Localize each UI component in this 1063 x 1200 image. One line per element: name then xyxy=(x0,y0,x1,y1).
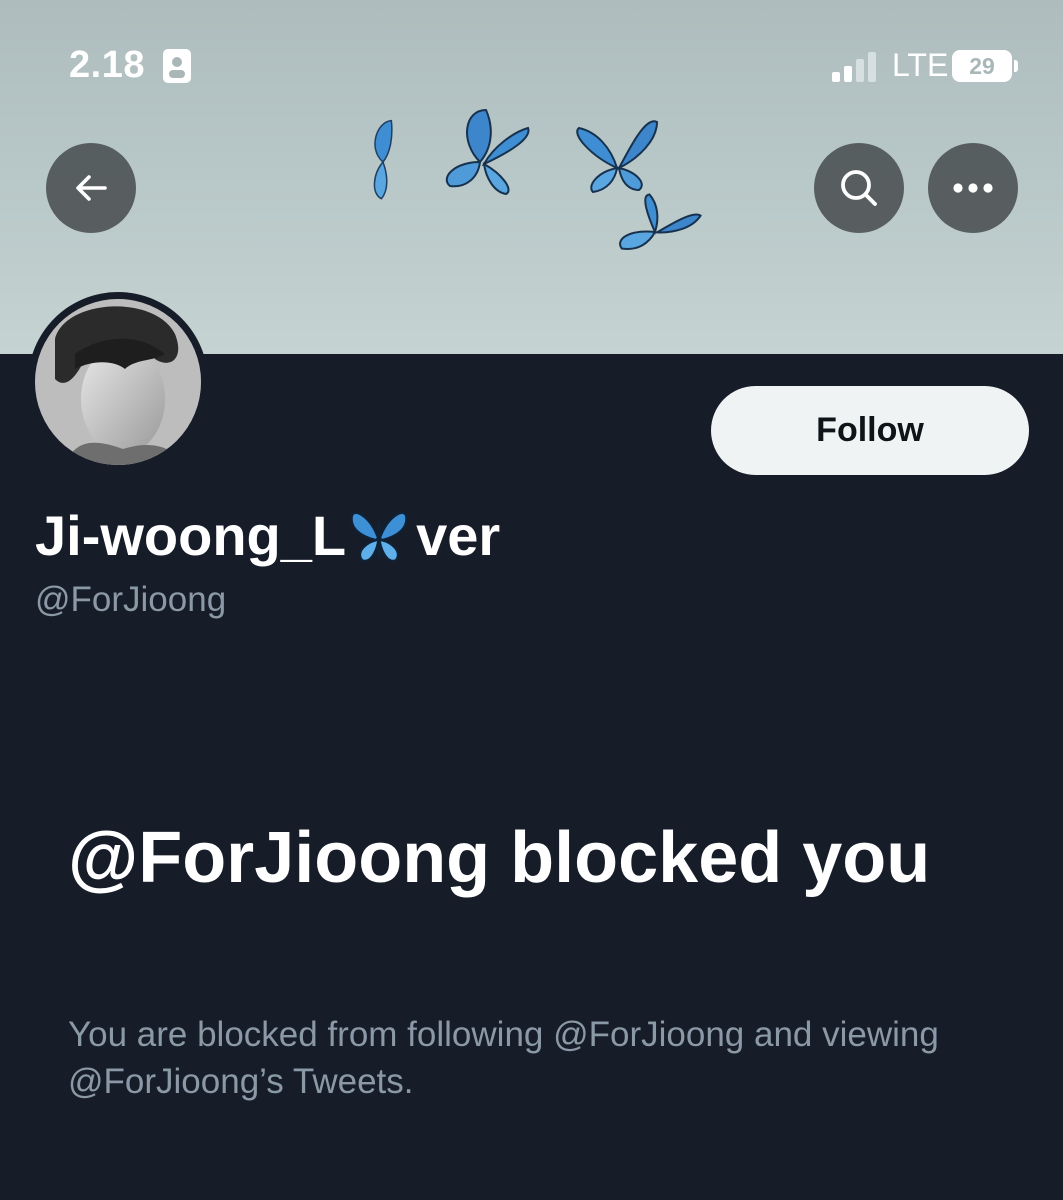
profile-screen: 2.18 LTE 29 Follow Ji-woong_L ver @ForJi… xyxy=(0,0,1063,1200)
status-time: 2.18 xyxy=(69,44,145,86)
display-name-prefix: Ji-woong_L xyxy=(35,504,347,567)
more-options-button[interactable] xyxy=(928,143,1018,233)
back-button[interactable] xyxy=(46,143,136,233)
profile-banner: 2.18 LTE 29 xyxy=(0,0,1063,354)
battery-tip xyxy=(1014,60,1018,72)
search-button[interactable] xyxy=(814,143,904,233)
follow-button[interactable]: Follow xyxy=(711,386,1029,475)
display-name-suffix: ver xyxy=(416,504,501,567)
butterfly-icon xyxy=(350,511,408,562)
battery-level: 29 xyxy=(969,52,995,79)
blocked-description: You are blocked from following @ForJioon… xyxy=(68,1015,939,1101)
arrow-left-icon xyxy=(76,175,107,201)
battery-body: 29 xyxy=(952,50,1012,82)
more-horizontal-icon xyxy=(953,183,993,193)
avatar-photo xyxy=(35,299,201,465)
follow-button-label: Follow xyxy=(816,411,924,449)
status-bar: 2.18 LTE 29 xyxy=(0,0,1063,130)
profile-display-name: Ji-woong_L ver xyxy=(35,503,500,568)
blocked-heading: @ForJioong blocked you xyxy=(68,818,931,898)
avatar[interactable] xyxy=(35,299,201,465)
profile-handle: @ForJioong xyxy=(35,580,227,619)
network-type: LTE xyxy=(892,47,949,83)
search-icon xyxy=(841,170,877,206)
cellular-signal-icon xyxy=(832,52,876,82)
portrait-lock-icon xyxy=(163,49,191,83)
battery-icon: 29 xyxy=(952,50,1018,82)
